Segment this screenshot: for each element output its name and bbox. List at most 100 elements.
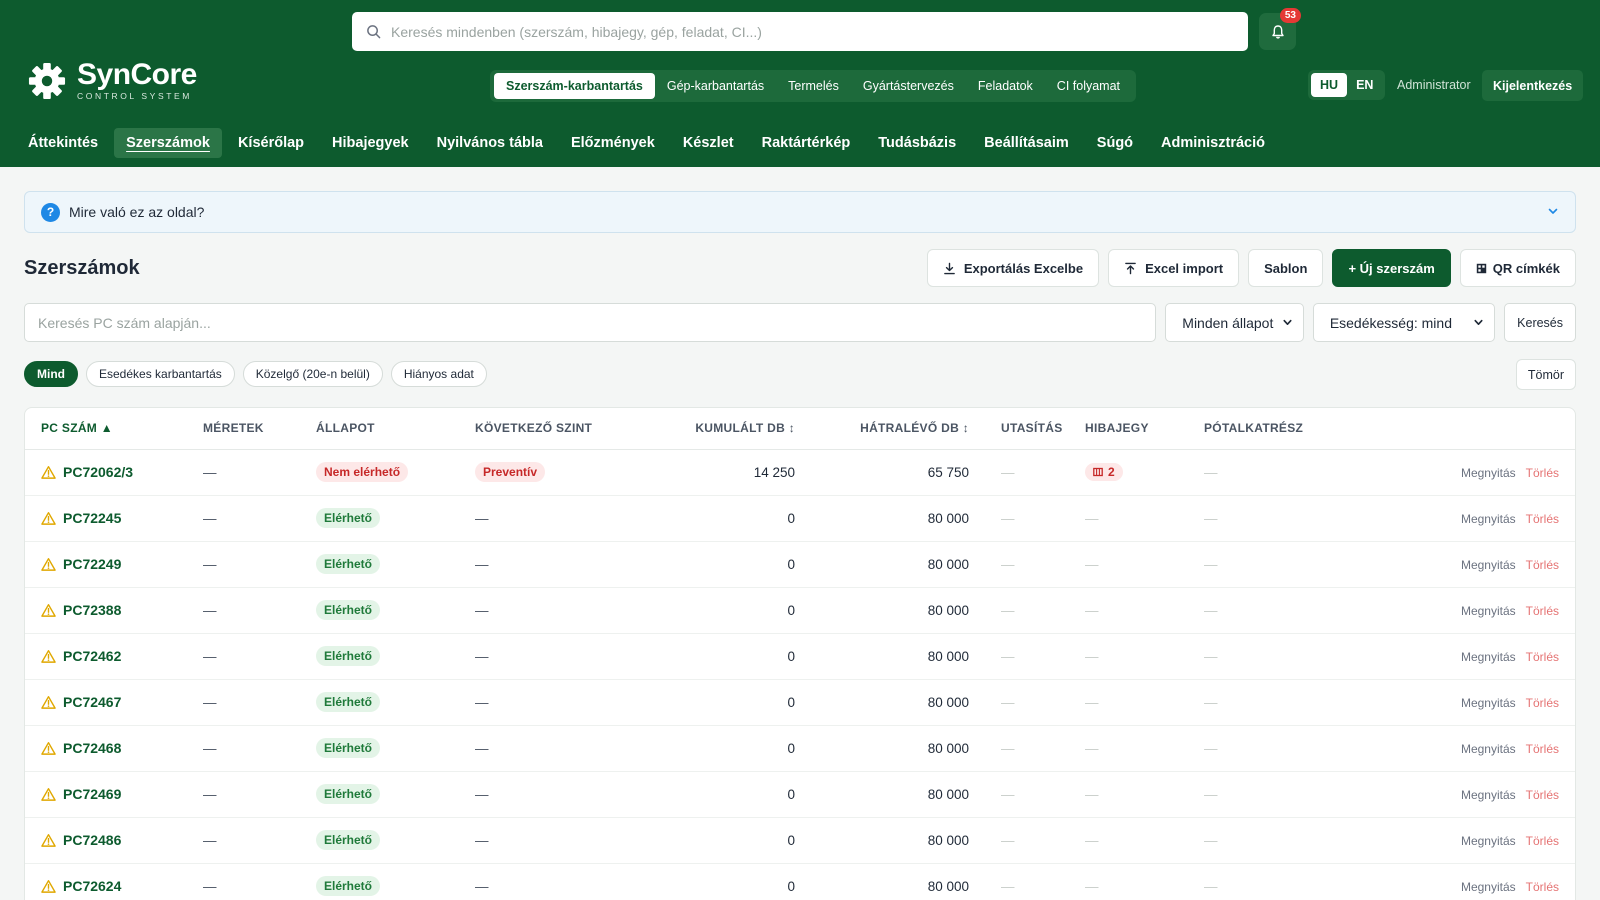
chip-due-maintenance[interactable]: Esedékes karbantartás [86,361,235,387]
delete-button[interactable]: Törlés [1526,558,1559,572]
module-tab-production[interactable]: Termelés [776,73,851,99]
template-button[interactable]: Sablon [1248,249,1324,287]
global-search-input[interactable] [391,23,1231,40]
compact-view-button[interactable]: Tömör [1515,359,1576,390]
nav-item-tickets[interactable]: Hibajegyek [320,128,421,158]
instruction-cell: — [1001,648,1015,664]
module-tab-production-planning[interactable]: Gyártástervezés [851,73,966,99]
spare-part-cell: — [1204,786,1218,802]
help-text: Mire való ez az oldal? [69,204,205,220]
ticket-empty: — [1085,694,1099,710]
open-button[interactable]: Megnyitás [1461,604,1516,618]
open-button[interactable]: Megnyitás [1461,466,1516,480]
due-select[interactable]: Esedékesség: mind [1312,303,1496,342]
table-row[interactable]: PC72388 — Elérhető — 0 80 000 — — — Megnyitás Törl… [25,587,1575,634]
delete-button[interactable]: Törlés [1526,604,1559,618]
chip-all[interactable]: Mind [24,361,78,387]
module-tab-ci-process[interactable]: CI folyamat [1045,73,1132,99]
remaining-cell: 65 750 [795,449,969,496]
pc-number-link[interactable]: PC72468 [63,740,121,756]
nav-item-overview[interactable]: Áttekintés [16,128,110,158]
syncore-logo[interactable]: SynCore CONTROL SYSTEM [28,60,197,101]
delete-button[interactable]: Törlés [1526,880,1559,894]
ticket-empty: — [1085,556,1099,572]
nav-item-help[interactable]: Súgó [1085,128,1145,158]
pc-number-link[interactable]: PC72062/3 [63,464,133,480]
column-header-pc-number[interactable]: PC SZÁM ▲ [25,408,203,450]
open-button[interactable]: Megnyitás [1461,512,1516,526]
table-row[interactable]: PC72245 — Elérhető — 0 80 000 — — — Megnyitás Törl… [25,495,1575,542]
delete-button[interactable]: Törlés [1526,742,1559,756]
qr-labels-button[interactable]: QR címkék [1459,249,1576,287]
pc-number-link[interactable]: PC72624 [63,878,121,894]
pc-number-link[interactable]: PC72245 [63,510,121,526]
new-tool-button[interactable]: + Új szerszám [1332,249,1451,287]
nav-item-warehouse-map[interactable]: Raktártérkép [750,128,863,158]
pc-number-link[interactable]: PC72388 [63,602,121,618]
delete-button[interactable]: Törlés [1526,512,1559,526]
open-button[interactable]: Megnyitás [1461,696,1516,710]
column-header-remaining[interactable]: HÁTRALÉVŐ DB ↕ [795,408,969,450]
logout-button[interactable]: Kijelentkezés [1482,70,1584,101]
ticket-count-badge[interactable]: 2 [1085,463,1123,481]
table-row[interactable]: PC72462 — Elérhető — 0 80 000 — — — Megnyitás Törl… [25,633,1575,680]
qr-icon [1476,263,1487,273]
nav-item-tools[interactable]: Szerszámok [114,128,222,158]
table-row[interactable]: PC72062/3 — Nem elérhető Preventív 14 250 65 … [25,449,1575,496]
table-row[interactable]: PC72469 — Elérhető — 0 80 000 — — — Megnyitás Törl… [25,771,1575,818]
next-level-empty: — [475,878,489,894]
delete-button[interactable]: Törlés [1526,696,1559,710]
pc-number-link[interactable]: PC72249 [63,556,121,572]
open-button[interactable]: Megnyitás [1461,650,1516,664]
nav-item-my-settings[interactable]: Beállításaim [972,128,1081,158]
column-header-cumulative[interactable]: KUMULÁLT DB ↕ [629,408,795,450]
delete-button[interactable]: Törlés [1526,834,1559,848]
open-button[interactable]: Megnyitás [1461,742,1516,756]
module-tab-machine-maintenance[interactable]: Gép-karbantartás [655,73,776,99]
nav-item-knowledge-base[interactable]: Tudásbázis [866,128,968,158]
open-button[interactable]: Megnyitás [1461,788,1516,802]
notifications-button[interactable]: 53 [1259,8,1301,50]
dimensions-cell: — [203,464,217,480]
open-button[interactable]: Megnyitás [1461,880,1516,894]
global-search-bar[interactable] [352,12,1248,51]
page-help-toggle[interactable]: ? Mire való ez az oldal? [24,191,1576,233]
excel-import-button[interactable]: Excel import [1108,249,1240,287]
pc-number-link[interactable]: PC72486 [63,832,121,848]
warning-icon [41,787,56,801]
chip-missing-data[interactable]: Hiányos adat [390,361,487,387]
nav-item-administration[interactable]: Adminisztráció [1149,128,1277,158]
app-header: 53 SynCore CONTROL SYSTEM Szerszám-karba… [0,0,1600,167]
table-row[interactable]: PC72467 — Elérhető — 0 80 000 — — — Megnyitás Törl… [25,679,1575,726]
table-row[interactable]: PC72468 — Elérhető — 0 80 000 — — — Megnyitás Törl… [25,725,1575,772]
nav-item-inventory[interactable]: Készlet [671,128,746,158]
lang-en-button[interactable]: EN [1347,73,1382,97]
open-button[interactable]: Megnyitás [1461,834,1516,848]
lang-hu-button[interactable]: HU [1311,73,1348,97]
pc-search-input[interactable] [24,303,1157,342]
module-tab-tool-maintenance[interactable]: Szerszám-karbantartás [494,73,655,99]
nav-item-accompanying-sheet[interactable]: Kísérőlap [226,128,316,158]
pc-number-link[interactable]: PC72469 [63,786,121,802]
delete-button[interactable]: Törlés [1526,650,1559,664]
tools-table-card: PC SZÁM ▲ MÉRETEK ÁLLAPOT KÖVETKEZŐ SZIN… [24,407,1576,900]
chevron-down-icon [1283,319,1292,325]
nav-item-history[interactable]: Előzmények [559,128,667,158]
instruction-cell: — [1001,556,1015,572]
pc-number-link[interactable]: PC72467 [63,694,121,710]
delete-button[interactable]: Törlés [1526,466,1559,480]
pc-number-link[interactable]: PC72462 [63,648,121,664]
status-select[interactable]: Minden állapot [1165,303,1304,342]
table-row[interactable]: PC72624 — Elérhető — 0 80 000 — — — Megnyitás Törl… [25,863,1575,900]
export-excel-button[interactable]: Exportálás Excelbe [926,249,1100,287]
chip-upcoming[interactable]: Közelgő (20e-n belül) [242,361,383,387]
table-row[interactable]: PC72249 — Elérhető — 0 80 000 — — — Megnyitás Törl… [25,541,1575,588]
table-row[interactable]: PC72486 — Elérhető — 0 80 000 — — — Megnyitás Törl… [25,817,1575,864]
search-button[interactable]: Keresés [1504,303,1577,342]
delete-button[interactable]: Törlés [1526,788,1559,802]
open-button[interactable]: Megnyitás [1461,558,1516,572]
spare-part-cell: — [1204,694,1218,710]
module-tab-tasks[interactable]: Feladatok [966,73,1045,99]
notifications-count-badge: 53 [1279,8,1301,23]
nav-item-public-board[interactable]: Nyilvános tábla [425,128,555,158]
